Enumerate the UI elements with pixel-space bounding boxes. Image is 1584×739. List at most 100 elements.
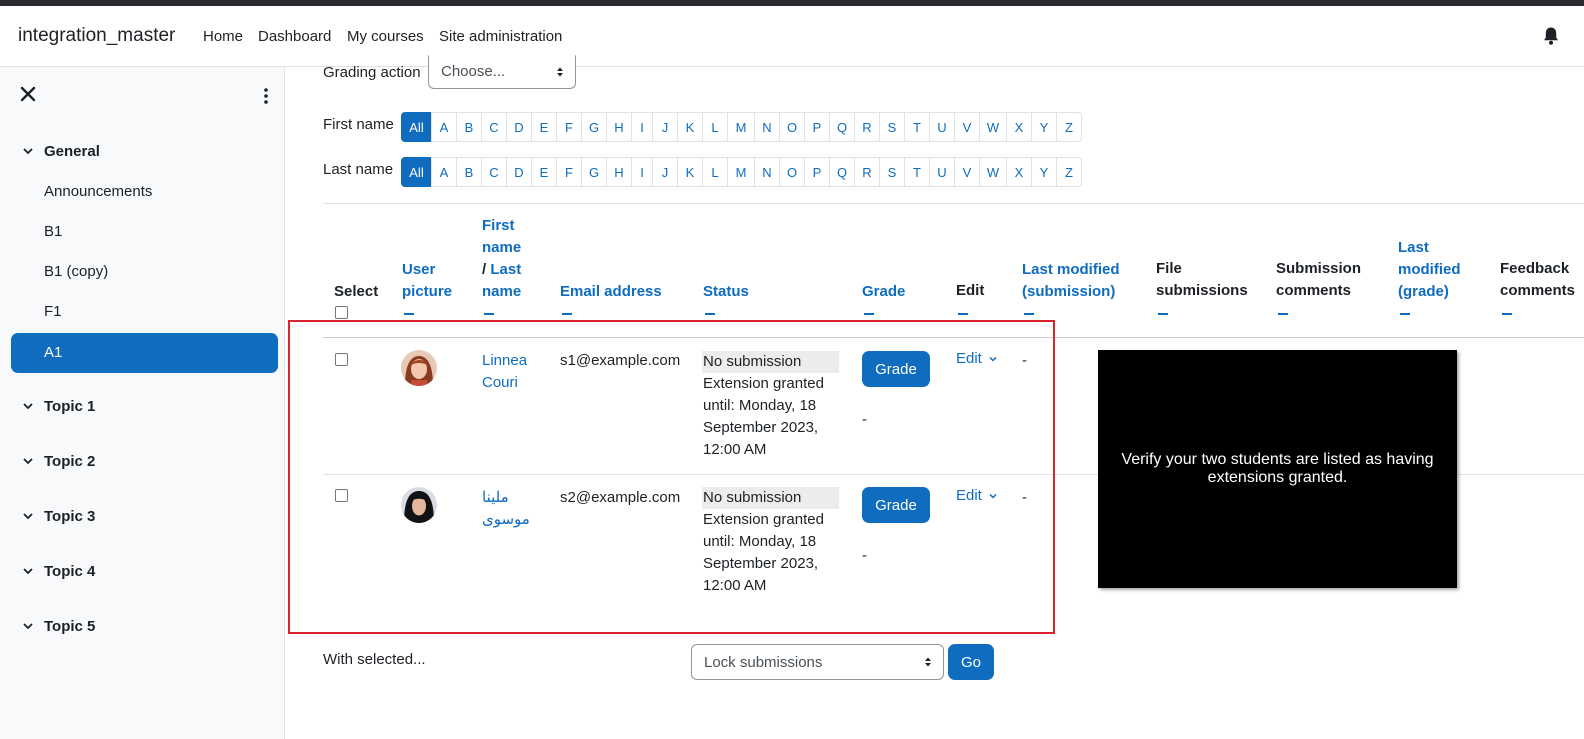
first-name-initial-d[interactable]: D bbox=[506, 112, 532, 142]
select-all-checkbox[interactable] bbox=[335, 306, 348, 319]
first-name-initial-a[interactable]: A bbox=[431, 112, 457, 142]
last-name-initial-u[interactable]: U bbox=[929, 157, 955, 187]
section-general[interactable]: General bbox=[22, 140, 100, 162]
nav-my-courses[interactable]: My courses bbox=[347, 28, 424, 45]
last-name-initial-i[interactable]: I bbox=[631, 157, 653, 187]
collapse-column-icon[interactable] bbox=[562, 313, 572, 315]
first-name-initial-h[interactable]: H bbox=[606, 112, 632, 142]
collapse-column-icon[interactable] bbox=[1278, 313, 1288, 315]
first-name-initial-u[interactable]: U bbox=[929, 112, 955, 142]
section-topic-5[interactable]: Topic 5 bbox=[22, 615, 95, 637]
first-name-initial-all[interactable]: All bbox=[401, 112, 432, 142]
last-name-initial-e[interactable]: E bbox=[531, 157, 557, 187]
grading-action-select[interactable]: Choose... bbox=[428, 55, 576, 89]
header-email[interactable]: Email address bbox=[560, 281, 662, 303]
last-name-initial-z[interactable]: Z bbox=[1056, 157, 1082, 187]
last-name-initial-k[interactable]: K bbox=[677, 157, 703, 187]
last-name-initial-o[interactable]: O bbox=[779, 157, 805, 187]
go-button[interactable]: Go bbox=[948, 644, 994, 680]
last-name-initial-l[interactable]: L bbox=[702, 157, 728, 187]
last-name-initial-a[interactable]: A bbox=[431, 157, 457, 187]
first-name-initial-x[interactable]: X bbox=[1006, 112, 1032, 142]
collapse-column-icon[interactable] bbox=[1502, 313, 1512, 315]
first-name-initial-m[interactable]: M bbox=[727, 112, 755, 142]
header-last-modified-submission[interactable]: Last modified (submission) bbox=[1022, 259, 1120, 303]
site-brand[interactable]: integration_master bbox=[18, 25, 175, 47]
last-name-initial-all[interactable]: All bbox=[401, 157, 432, 187]
last-name-initial-w[interactable]: W bbox=[979, 157, 1007, 187]
last-name-initial-g[interactable]: G bbox=[581, 157, 607, 187]
collapse-column-icon[interactable] bbox=[958, 313, 968, 315]
chevron-down-icon bbox=[23, 458, 33, 465]
activity-announcements[interactable]: Announcements bbox=[44, 183, 152, 200]
first-name-initial-s[interactable]: S bbox=[879, 112, 905, 142]
last-name-initial-x[interactable]: X bbox=[1006, 157, 1032, 187]
activity-a1-active[interactable]: A1 bbox=[11, 333, 278, 373]
bell-icon[interactable] bbox=[1542, 26, 1560, 46]
first-name-initial-i[interactable]: I bbox=[631, 112, 653, 142]
last-name-initial-d[interactable]: D bbox=[506, 157, 532, 187]
section-topic-3[interactable]: Topic 3 bbox=[22, 505, 95, 527]
first-name-initial-g[interactable]: G bbox=[581, 112, 607, 142]
first-name-initial-y[interactable]: Y bbox=[1031, 112, 1057, 142]
section-topic-2[interactable]: Topic 2 bbox=[22, 450, 95, 472]
header-last-name[interactable]: Last bbox=[490, 261, 521, 278]
nav-site-administration[interactable]: Site administration bbox=[439, 28, 562, 45]
first-name-initial-k[interactable]: K bbox=[677, 112, 703, 142]
first-name-initial-f[interactable]: F bbox=[556, 112, 582, 142]
last-name-initial-v[interactable]: V bbox=[954, 157, 980, 187]
last-name-initial-b[interactable]: B bbox=[456, 157, 482, 187]
header-submission-comments: Submission comments bbox=[1276, 260, 1362, 299]
header-first-name[interactable]: First bbox=[482, 215, 542, 237]
first-name-initial-l[interactable]: L bbox=[702, 112, 728, 142]
first-name-initial-w[interactable]: W bbox=[979, 112, 1007, 142]
close-icon[interactable] bbox=[19, 85, 37, 103]
last-name-initial-r[interactable]: R bbox=[854, 157, 880, 187]
first-name-initial-q[interactable]: Q bbox=[829, 112, 855, 142]
first-name-initial-j[interactable]: J bbox=[652, 112, 678, 142]
activity-f1[interactable]: F1 bbox=[44, 303, 62, 320]
section-topic-1[interactable]: Topic 1 bbox=[22, 395, 95, 417]
collapse-column-icon[interactable] bbox=[484, 313, 494, 315]
activity-b1-copy[interactable]: B1 (copy) bbox=[44, 263, 108, 280]
first-name-initial-o[interactable]: O bbox=[779, 112, 805, 142]
collapse-column-icon[interactable] bbox=[1400, 313, 1410, 315]
first-name-initial-c[interactable]: C bbox=[481, 112, 507, 142]
last-name-initial-j[interactable]: J bbox=[652, 157, 678, 187]
first-name-initial-t[interactable]: T bbox=[904, 112, 930, 142]
section-topic-4[interactable]: Topic 4 bbox=[22, 560, 95, 582]
last-name-initial-s[interactable]: S bbox=[879, 157, 905, 187]
last-name-initial-p[interactable]: P bbox=[804, 157, 830, 187]
header-status[interactable]: Status bbox=[703, 281, 749, 303]
first-name-initial-r[interactable]: R bbox=[854, 112, 880, 142]
collapse-column-icon[interactable] bbox=[1158, 313, 1168, 315]
last-name-initial-h[interactable]: H bbox=[606, 157, 632, 187]
collapse-column-icon[interactable] bbox=[705, 313, 715, 315]
last-name-initial-c[interactable]: C bbox=[481, 157, 507, 187]
last-name-initial-n[interactable]: N bbox=[754, 157, 780, 187]
collapse-column-icon[interactable] bbox=[1024, 313, 1034, 315]
nav-home[interactable]: Home bbox=[203, 28, 243, 45]
kebab-menu-icon[interactable] bbox=[262, 87, 270, 105]
first-name-initial-n[interactable]: N bbox=[754, 112, 780, 142]
nav-dashboard[interactable]: Dashboard bbox=[258, 28, 331, 45]
first-name-initial-v[interactable]: V bbox=[954, 112, 980, 142]
collapse-column-icon[interactable] bbox=[404, 313, 414, 315]
last-name-initial-t[interactable]: T bbox=[904, 157, 930, 187]
activity-b1[interactable]: B1 bbox=[44, 223, 62, 240]
last-name-initial-q[interactable]: Q bbox=[829, 157, 855, 187]
first-name-initial-p[interactable]: P bbox=[804, 112, 830, 142]
section-label: Topic 1 bbox=[44, 397, 96, 415]
header-last-modified-grade[interactable]: Last modified (grade) bbox=[1398, 237, 1461, 303]
first-name-initial-z[interactable]: Z bbox=[1056, 112, 1082, 142]
bulk-operation-select[interactable]: Lock submissions bbox=[691, 644, 944, 680]
first-name-initial-e[interactable]: E bbox=[531, 112, 557, 142]
last-name-initial-m[interactable]: M bbox=[727, 157, 755, 187]
last-name-initial-y[interactable]: Y bbox=[1031, 157, 1057, 187]
header-first-last-name[interactable]: First name / Last name bbox=[482, 215, 542, 303]
collapse-column-icon[interactable] bbox=[864, 313, 874, 315]
last-name-initial-f[interactable]: F bbox=[556, 157, 582, 187]
header-grade[interactable]: Grade bbox=[862, 281, 905, 303]
first-name-initial-b[interactable]: B bbox=[456, 112, 482, 142]
header-user-picture[interactable]: User picture bbox=[402, 259, 452, 303]
